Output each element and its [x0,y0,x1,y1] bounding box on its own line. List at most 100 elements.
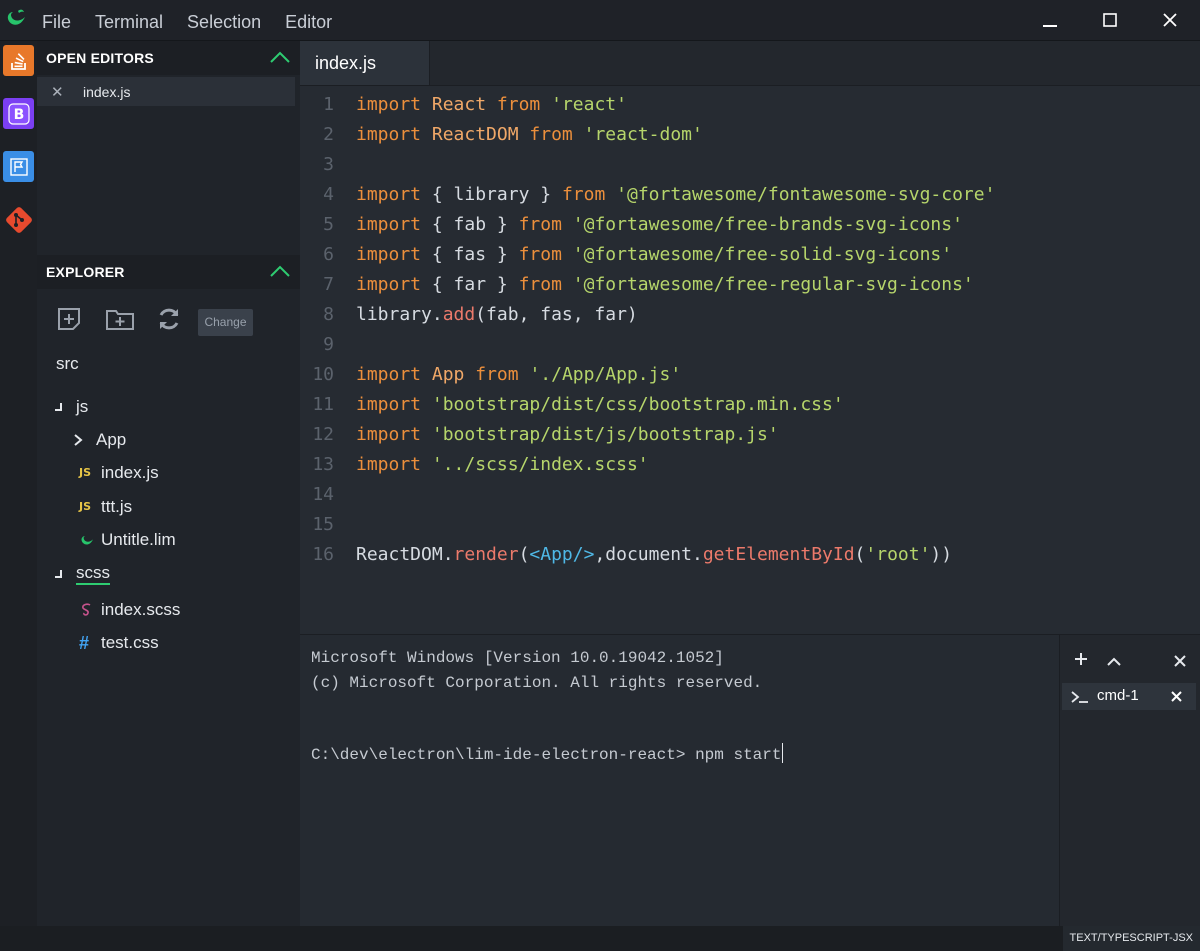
refresh-button[interactable] [153,303,185,335]
chevron-up-icon[interactable] [270,265,290,277]
refresh-icon [159,308,179,330]
tree-file-untitle-lim[interactable]: Untitle.lim [79,527,176,553]
tree-label: App [96,430,127,449]
flag-icon[interactable] [3,151,34,182]
menu-file[interactable]: File [30,0,83,40]
code-line: 2 import ReactDOM from 'react-dom' [300,120,1200,150]
terminal-panel[interactable]: Microsoft Windows [Version 10.0.19042.10… [300,634,1059,927]
editor-tab-index-js[interactable]: index.js [300,41,430,85]
line-number: 14 [312,484,334,505]
minimize-icon [1043,25,1057,27]
tree-label: ttt.js [101,497,133,516]
activity-bar: B [0,41,37,926]
tree-file-ttt-js[interactable]: JS ttt.js [79,494,132,520]
svg-text:B: B [13,107,24,123]
new-terminal-button[interactable] [1074,652,1088,671]
minimize-button[interactable] [1020,0,1080,40]
tree-label: index.js [101,463,159,482]
menu-editor[interactable]: Editor [273,0,344,40]
tree-folder-js[interactable]: js [54,394,88,420]
maximize-icon [1103,13,1117,27]
javascript-file-icon: JS [79,466,92,479]
bootstrap-glyph-icon: B [7,102,30,125]
line-number: 8 [323,304,334,325]
new-folder-button[interactable] [104,303,136,335]
line-number: 6 [323,244,334,265]
line-number: 11 [312,394,334,415]
folder-expanded-icon [55,403,62,411]
terminal-output-line: Microsoft Windows [Version 10.0.19042.10… [311,649,724,667]
code-line: 16 ReactDOM.render(<App/>,document.getEle… [300,540,1200,570]
tree-file-test-css[interactable]: # test.css [79,630,159,656]
app-logo-icon [7,9,25,25]
explorer-title: EXPLORER [46,264,125,280]
code-editor[interactable]: 1 import React from 'react' 2 import React… [300,90,1200,570]
css-file-icon: # [79,633,90,653]
tree-folder-scss[interactable]: scss [54,561,110,587]
code-text: import { far } from '@fortawesome/free-r… [356,274,974,295]
language-mode[interactable]: TEXT/TYPESCRIPT-JSX [1062,926,1200,951]
code-text: import '../scss/index.scss' [356,454,649,475]
code-line: 1 import React from 'react' [300,90,1200,120]
line-number: 3 [323,154,334,175]
code-line: 6 import { fas } from '@fortawesome/free-… [300,240,1200,270]
close-terminal-button[interactable] [1174,654,1186,672]
code-line: 13 import '../scss/index.scss' [300,450,1200,480]
new-folder-icon [106,310,134,330]
menu-bar: File Terminal Selection Editor [30,0,344,40]
code-text: import { library } from '@fortawesome/fo… [356,184,996,205]
menu-terminal[interactable]: Terminal [83,0,175,40]
maximize-terminal-button[interactable] [1107,654,1121,672]
terminal-session-tab[interactable]: cmd-1 [1062,683,1196,710]
sass-file-icon [82,603,91,616]
code-line: 15 [300,510,1200,540]
close-window-button[interactable] [1140,0,1200,40]
terminal-prompt-line: C:\dev\electron\lim-ide-electron-react> … [311,743,784,764]
terminal-output-line: (c) Microsoft Corporation. All rights re… [311,674,763,692]
close-icon [1163,13,1177,27]
explorer-header[interactable]: EXPLORER [37,255,300,289]
code-line: 7 import { far } from '@fortawesome/free-… [300,270,1200,300]
code-text: import 'bootstrap/dist/js/bootstrap.js' [356,424,779,445]
code-line: 9 [300,330,1200,360]
tree-file-index-scss[interactable]: index.scss [79,597,180,623]
code-text: import { fas } from '@fortawesome/free-s… [356,244,953,265]
new-file-button[interactable] [53,303,85,335]
tree-file-index-js[interactable]: JS index.js [79,460,159,486]
stackoverflow-icon[interactable] [3,45,34,76]
line-number: 16 [312,544,334,565]
tree-label: js [76,397,89,416]
chevron-up-icon[interactable] [270,51,290,63]
git-glyph-icon [5,206,32,233]
flag-glyph-icon [9,157,28,176]
code-text: import React from 'react' [356,94,627,115]
open-editor-item[interactable]: ✕ index.js [37,77,295,106]
bootstrap-icon[interactable]: B [3,98,34,129]
open-editors-header[interactable]: OPEN EDITORS [37,41,300,75]
tree-label: index.scss [101,600,181,619]
editor-tab-label: index.js [315,53,377,73]
tree-root-label: src [56,354,79,373]
tree-label: test.css [101,633,159,652]
line-number: 1 [323,94,334,115]
title-bar: File Terminal Selection Editor [0,0,1200,41]
close-tab-icon[interactable]: ✕ [51,83,64,101]
maximize-button[interactable] [1080,0,1140,40]
tree-root[interactable]: src [56,351,79,377]
git-icon[interactable] [3,204,34,235]
editor-area: index.js 1 import React from 'react' 2 imp… [300,41,1200,634]
chevron-right-icon [74,434,83,446]
code-line: 4 import { library } from '@fortawesome/f… [300,180,1200,210]
code-text: import ReactDOM from 'react-dom' [356,124,703,145]
change-folder-button[interactable]: Change [198,309,253,336]
menu-selection[interactable]: Selection [175,0,273,40]
new-file-icon [58,308,80,330]
tree-folder-app[interactable]: App [73,427,126,453]
status-bar: TEXT/TYPESCRIPT-JSX [0,926,1200,951]
close-icon[interactable] [1171,691,1182,702]
stackoverflow-glyph-icon [10,52,26,70]
code-text: library.add(fab, fas, far) [356,304,638,325]
code-text: import App from './App/App.js' [356,364,682,385]
terminal-prompt-text: C:\dev\electron\lim-ide-electron-react> … [311,746,782,764]
terminal-icon [1071,691,1088,703]
